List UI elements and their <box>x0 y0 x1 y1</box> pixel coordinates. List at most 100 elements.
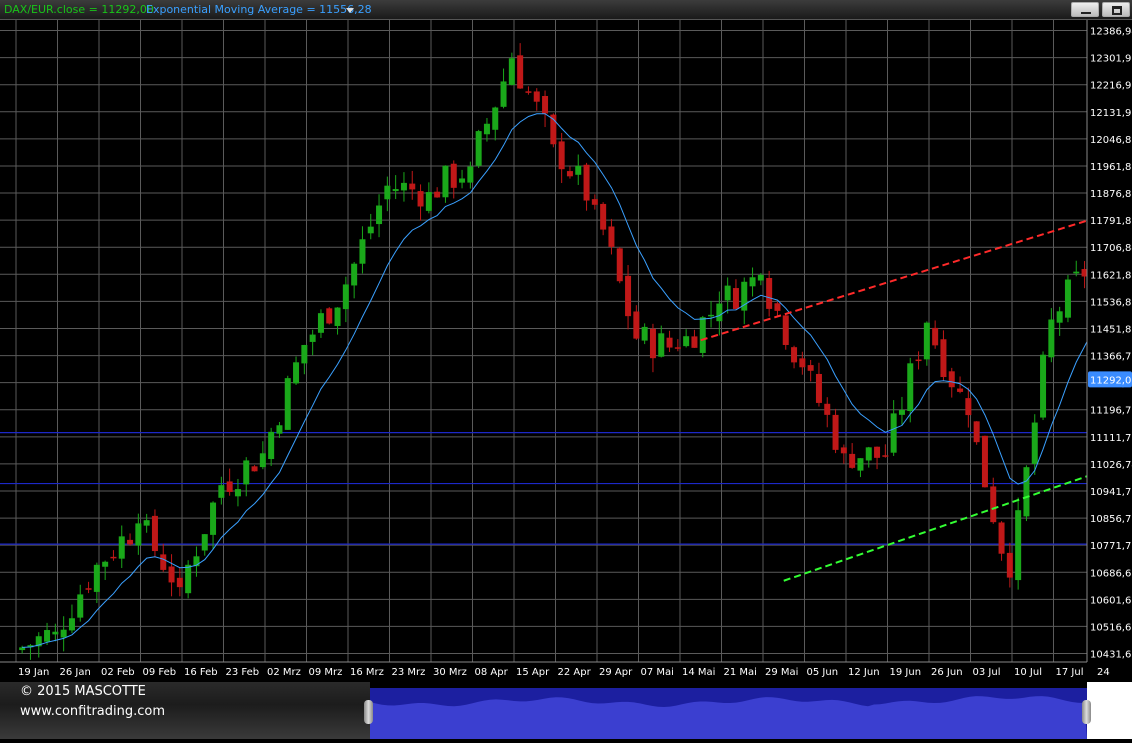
y-tick-label: 11366,79 <box>1090 352 1132 363</box>
candle-up <box>218 485 225 498</box>
x-tick-label: 16 Feb <box>184 667 218 678</box>
candle-down <box>691 336 698 348</box>
candle-down <box>608 226 615 247</box>
y-tick-label: 12046,89 <box>1090 135 1132 146</box>
candle-up <box>93 564 100 592</box>
candle-down <box>990 486 997 523</box>
candle-up <box>1056 311 1063 323</box>
candle-up <box>342 284 349 310</box>
candle-down <box>566 171 573 177</box>
y-tick-label: 10941,73 <box>1090 487 1132 498</box>
x-tick-label: 19 Jun <box>890 667 922 678</box>
candle-down <box>542 95 549 114</box>
candlestick-chart[interactable]: 12386,94 12301,93 12216,92 12131,91 12046,89… <box>0 20 1132 682</box>
candle-up <box>907 363 914 412</box>
x-tick-label: 17 Jul <box>1056 667 1084 678</box>
candle-down <box>940 339 947 378</box>
y-tick-label: 10856,72 <box>1090 514 1132 525</box>
y-tick-label: 11026,74 <box>1090 460 1132 471</box>
y-tick-label: 10686,69 <box>1090 568 1132 579</box>
candle-up <box>301 344 308 364</box>
copyright-text: © 2015 MASCOTTE <box>20 684 146 699</box>
x-tick-label: 08 Apr <box>475 667 509 678</box>
candle-up <box>475 131 482 166</box>
candle-up <box>1023 467 1030 517</box>
minimize-icon <box>1081 12 1091 14</box>
candle-up <box>376 205 383 225</box>
candle-down <box>981 435 988 488</box>
title-bar: DAX/EUR.close = 11292,00 Exponential Mov… <box>0 0 1132 20</box>
candle-up <box>757 274 764 281</box>
candle-down <box>85 588 92 590</box>
navigator-area-chart <box>370 696 1087 739</box>
x-tick-label: 29 Apr <box>599 667 633 678</box>
x-tick-label: 02 Mrz <box>267 667 301 678</box>
candle-up <box>118 536 125 559</box>
y-tick-label: 12301,93 <box>1090 54 1132 65</box>
y-tick-label: 10601,68 <box>1090 595 1132 606</box>
navigator-right-handle[interactable] <box>1082 700 1091 724</box>
x-tick-label: 05 Jun <box>807 667 839 678</box>
x-tick-label: 09 Mrz <box>309 667 343 678</box>
candle-up <box>459 178 466 183</box>
indicator-label[interactable]: Exponential Moving Average = 11556,28 <box>146 3 372 16</box>
y-tick-label: 11196,77 <box>1090 406 1132 417</box>
minimize-button[interactable] <box>1071 2 1099 17</box>
candle-up <box>425 192 432 211</box>
candle-up <box>467 166 474 183</box>
y-tick-label: 11876,87 <box>1090 189 1132 200</box>
candle-up <box>857 458 864 471</box>
candle-up <box>102 561 109 567</box>
candle-up <box>77 594 84 618</box>
maximize-icon <box>1112 6 1122 15</box>
candle-up <box>201 534 208 551</box>
candle-down <box>807 365 814 371</box>
candle-up <box>1040 354 1047 418</box>
y-tick-label: 11621,83 <box>1090 270 1132 281</box>
candle-up <box>317 313 324 333</box>
candle-up <box>185 564 192 594</box>
candle-down <box>625 275 632 317</box>
x-tick-label: 26 Jan <box>60 667 91 678</box>
candle-down <box>417 191 424 207</box>
dropdown-arrow-icon[interactable] <box>346 8 354 13</box>
candle-down <box>226 481 233 492</box>
navigator-overview[interactable] <box>370 688 1087 739</box>
x-tick-label: 16 Mrz <box>350 667 384 678</box>
candle-down <box>160 554 167 570</box>
candle-down <box>824 403 831 415</box>
candle-up <box>268 431 275 460</box>
last-price-label: 11292,00 <box>1090 375 1132 386</box>
maximize-button[interactable] <box>1102 2 1130 17</box>
candle-down <box>525 91 532 93</box>
candle-up <box>500 81 507 107</box>
candle-up <box>135 523 142 546</box>
candle-down <box>583 164 590 201</box>
candle-down <box>766 277 773 309</box>
candle-up <box>68 618 75 631</box>
candle-down <box>965 398 972 416</box>
candle-down <box>1006 552 1013 578</box>
candle-down <box>633 311 640 339</box>
website-text: www.confitrading.com <box>20 704 166 719</box>
candle-down <box>666 337 673 348</box>
candle-up <box>898 409 905 415</box>
candle-down <box>998 522 1005 554</box>
candle-up <box>259 453 266 468</box>
candle-down <box>110 556 117 559</box>
y-tick-label: 12216,92 <box>1090 81 1132 92</box>
navigator-left-handle[interactable] <box>364 700 373 724</box>
candle-down <box>558 141 565 170</box>
candle-up <box>52 631 59 635</box>
candle-up <box>492 107 499 130</box>
candle-up <box>716 303 723 322</box>
candle-up <box>683 336 690 347</box>
candle-down <box>450 163 457 188</box>
candle-up <box>658 333 665 357</box>
candle-up <box>210 502 217 535</box>
candle-down <box>849 453 856 468</box>
candle-down <box>915 359 922 362</box>
y-tick-label: 11451,80 <box>1090 324 1132 335</box>
candle-down <box>957 388 964 392</box>
candle-down <box>649 328 656 359</box>
